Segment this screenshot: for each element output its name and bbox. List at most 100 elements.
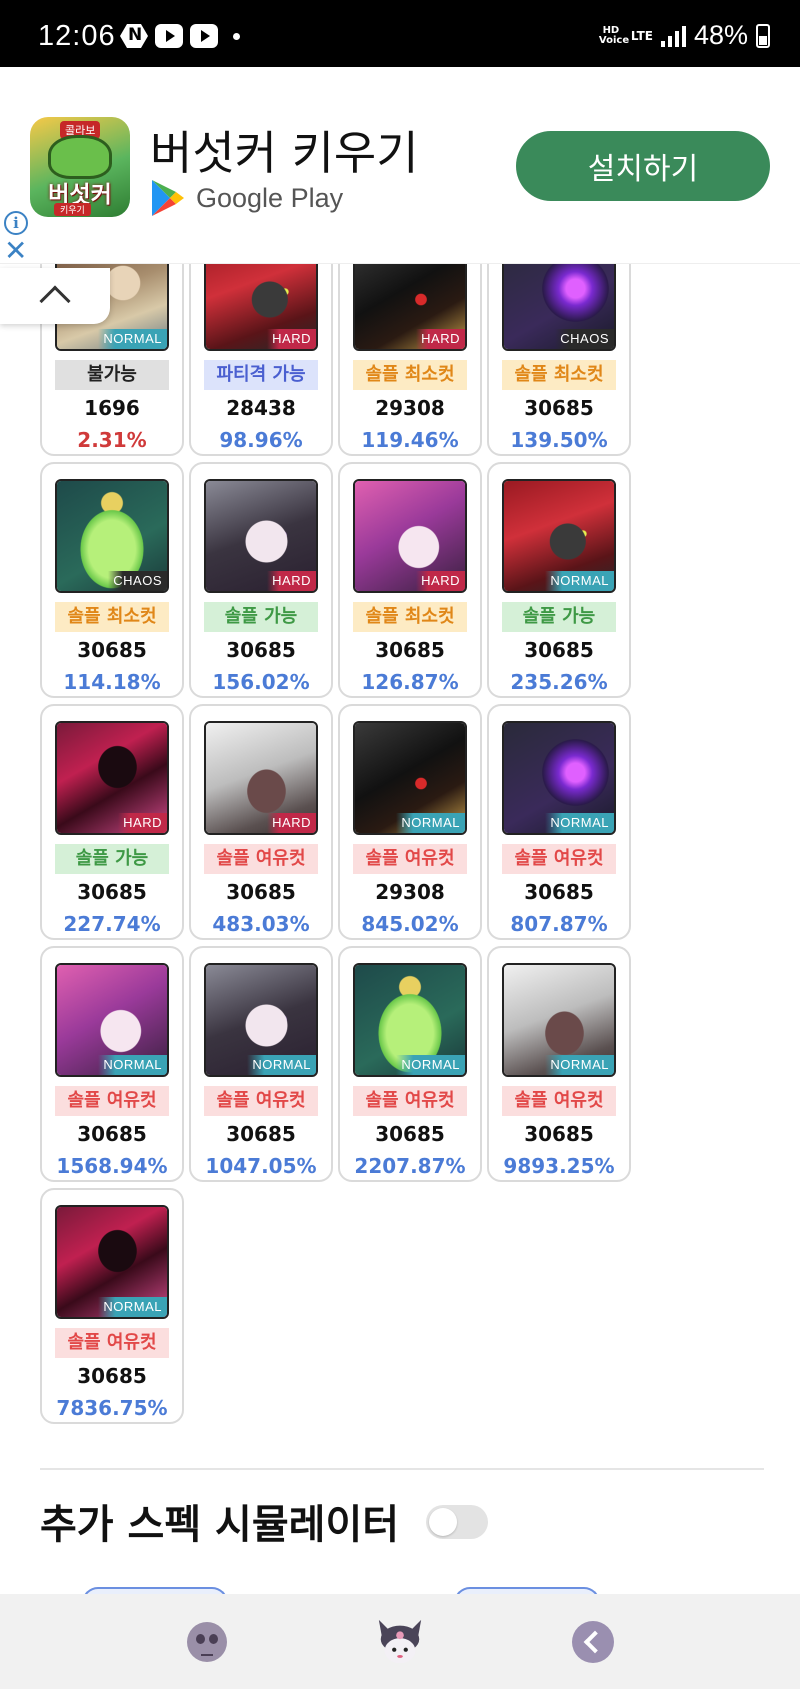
boss-portrait: NORMAL: [502, 479, 616, 593]
combat-power-value: 30685: [524, 638, 594, 662]
ad-info-icon[interactable]: i: [4, 211, 28, 235]
boss-card[interactable]: HARD 솔플 최소컷 29308 119.46%: [338, 264, 482, 456]
battery-icon: [756, 23, 770, 48]
boss-card[interactable]: HARD 솔플 여유컷 30685 483.03%: [189, 704, 333, 940]
simulator-toggle[interactable]: [426, 1505, 488, 1539]
boss-card[interactable]: HARD 솔플 가능 30685 227.74%: [40, 704, 184, 940]
damage-percent-value: 156.02%: [212, 670, 310, 694]
boss-card[interactable]: CHAOS 솔플 최소컷 30685 139.50%: [487, 264, 631, 456]
ad-app-icon[interactable]: 콜라보 버섯커 키우기: [30, 117, 130, 217]
damage-percent-value: 119.46%: [361, 428, 459, 452]
damage-percent-value: 2.31%: [77, 428, 147, 452]
damage-percent-value: 227.74%: [63, 912, 161, 936]
simulator-title: 추가 스펙 시뮬레이터: [40, 1502, 400, 1548]
boss-card[interactable]: HARD 솔플 최소컷 30685 126.87%: [338, 462, 482, 698]
boss-card[interactable]: NORMAL 솔플 여유컷 29308 845.02%: [338, 704, 482, 940]
combat-power-value: 28438: [226, 396, 296, 420]
install-button[interactable]: 설치하기: [516, 131, 770, 201]
chevron-up-icon: [39, 285, 71, 317]
difficulty-badge: NORMAL: [98, 1055, 167, 1075]
youtube-notification-icon: [155, 24, 183, 48]
clear-status-badge: 솔플 가능: [55, 844, 169, 874]
simulator-tab-right[interactable]: [454, 1587, 600, 1594]
clear-status-badge: 솔플 여유컷: [502, 1086, 616, 1116]
boss-portrait: CHAOS: [55, 479, 169, 593]
difficulty-badge: HARD: [267, 813, 316, 833]
combat-power-value: 30685: [77, 1364, 147, 1388]
boss-portrait: HARD: [204, 721, 318, 835]
damage-percent-value: 7836.75%: [56, 1396, 168, 1420]
boss-portrait: HARD: [55, 721, 169, 835]
clear-status-badge: 솔플 여유컷: [353, 844, 467, 874]
boss-portrait: HARD: [204, 264, 318, 351]
signal-icon: [660, 25, 686, 47]
clear-status-badge: 솔플 여유컷: [204, 1086, 318, 1116]
clear-status-badge: 불가능: [55, 360, 169, 390]
nav-back-button[interactable]: [568, 1617, 618, 1667]
combat-power-value: 30685: [77, 1122, 147, 1146]
clear-status-badge: 솔플 여유컷: [204, 844, 318, 874]
section-divider: [40, 1468, 764, 1470]
boss-portrait: HARD: [353, 479, 467, 593]
nav-kuromi-button[interactable]: [375, 1617, 425, 1667]
skull-icon: [186, 1621, 227, 1662]
damage-percent-value: 235.26%: [510, 670, 608, 694]
boss-card[interactable]: NORMAL 솔플 여유컷 30685 9893.25%: [487, 946, 631, 1182]
ad-title[interactable]: 버섯커 키우기: [150, 117, 419, 183]
ad-store: Google Play: [152, 180, 343, 216]
clear-status-badge: 솔플 가능: [502, 602, 616, 632]
damage-percent-value: 98.96%: [219, 428, 303, 452]
clear-status-badge: 솔플 여유컷: [55, 1328, 169, 1358]
difficulty-badge: HARD: [267, 571, 316, 591]
boss-portrait: NORMAL: [502, 721, 616, 835]
boss-portrait: CHAOS: [502, 264, 616, 351]
bottom-nav: [0, 1594, 800, 1689]
difficulty-badge: NORMAL: [247, 1055, 316, 1075]
boss-card[interactable]: NORMAL 솔플 가능 30685 235.26%: [487, 462, 631, 698]
clear-status-badge: 솔플 여유컷: [353, 1086, 467, 1116]
damage-percent-value: 1568.94%: [56, 1154, 168, 1178]
difficulty-badge: NORMAL: [545, 1055, 614, 1075]
ad-close-icon[interactable]: ✕: [4, 237, 27, 265]
boss-card[interactable]: NORMAL 솔플 여유컷 30685 807.87%: [487, 704, 631, 940]
boss-card[interactable]: NORMAL 솔플 여유컷 30685 1047.05%: [189, 946, 333, 1182]
boss-card[interactable]: CHAOS 솔플 최소컷 30685 114.18%: [40, 462, 184, 698]
difficulty-badge: HARD: [267, 329, 316, 349]
naver-notification-icon: [120, 24, 148, 48]
nav-skull-button[interactable]: [182, 1617, 232, 1667]
boss-portrait: NORMAL: [353, 721, 467, 835]
frog-character-icon: [48, 135, 112, 179]
boss-portrait: HARD: [204, 479, 318, 593]
damage-percent-value: 2207.87%: [354, 1154, 466, 1178]
difficulty-badge: HARD: [416, 571, 465, 591]
damage-percent-value: 807.87%: [510, 912, 608, 936]
boss-grid: NORMAL 불가능 1696 2.31% HARD 파티격 가능 28438 98.96% H…: [40, 264, 636, 1424]
kuromi-icon: [378, 1619, 422, 1663]
boss-card[interactable]: NORMAL 솔플 여유컷 30685 7836.75%: [40, 1188, 184, 1424]
simulator-tab-left[interactable]: [82, 1587, 228, 1594]
combat-power-value: 30685: [77, 638, 147, 662]
boss-card[interactable]: HARD 파티격 가능 28438 98.96%: [189, 264, 333, 456]
boss-card[interactable]: HARD 솔플 가능 30685 156.02%: [189, 462, 333, 698]
boss-card[interactable]: NORMAL 솔플 여유컷 30685 2207.87%: [338, 946, 482, 1182]
boss-card[interactable]: NORMAL 솔플 여유컷 30685 1568.94%: [40, 946, 184, 1182]
difficulty-badge: HARD: [416, 329, 465, 349]
ad-banner[interactable]: 콜라보 버섯커 키우기 버섯커 키우기 Google Play 설치하기 i ✕: [0, 67, 800, 265]
ad-app-icon-sub: 키우기: [54, 203, 91, 216]
clear-status-badge: 솔플 최소컷: [353, 602, 467, 632]
boss-portrait: NORMAL: [353, 963, 467, 1077]
difficulty-badge: NORMAL: [396, 1055, 465, 1075]
damage-percent-value: 114.18%: [63, 670, 161, 694]
boss-portrait: NORMAL: [502, 963, 616, 1077]
status-time: 12:06: [38, 20, 116, 52]
system-icons: HD Voice LTE 48%: [599, 20, 770, 51]
difficulty-badge: CHAOS: [108, 571, 167, 591]
clear-status-badge: 솔플 가능: [204, 602, 318, 632]
status-bar: 12:06 HD Voice LTE 48%: [0, 0, 800, 67]
combat-power-value: 30685: [524, 396, 594, 420]
damage-percent-value: 483.03%: [212, 912, 310, 936]
boss-portrait: NORMAL: [55, 1205, 169, 1319]
battery-percent: 48%: [693, 20, 748, 50]
scroll-to-top-button[interactable]: [0, 268, 110, 324]
combat-power-value: 30685: [226, 1122, 296, 1146]
